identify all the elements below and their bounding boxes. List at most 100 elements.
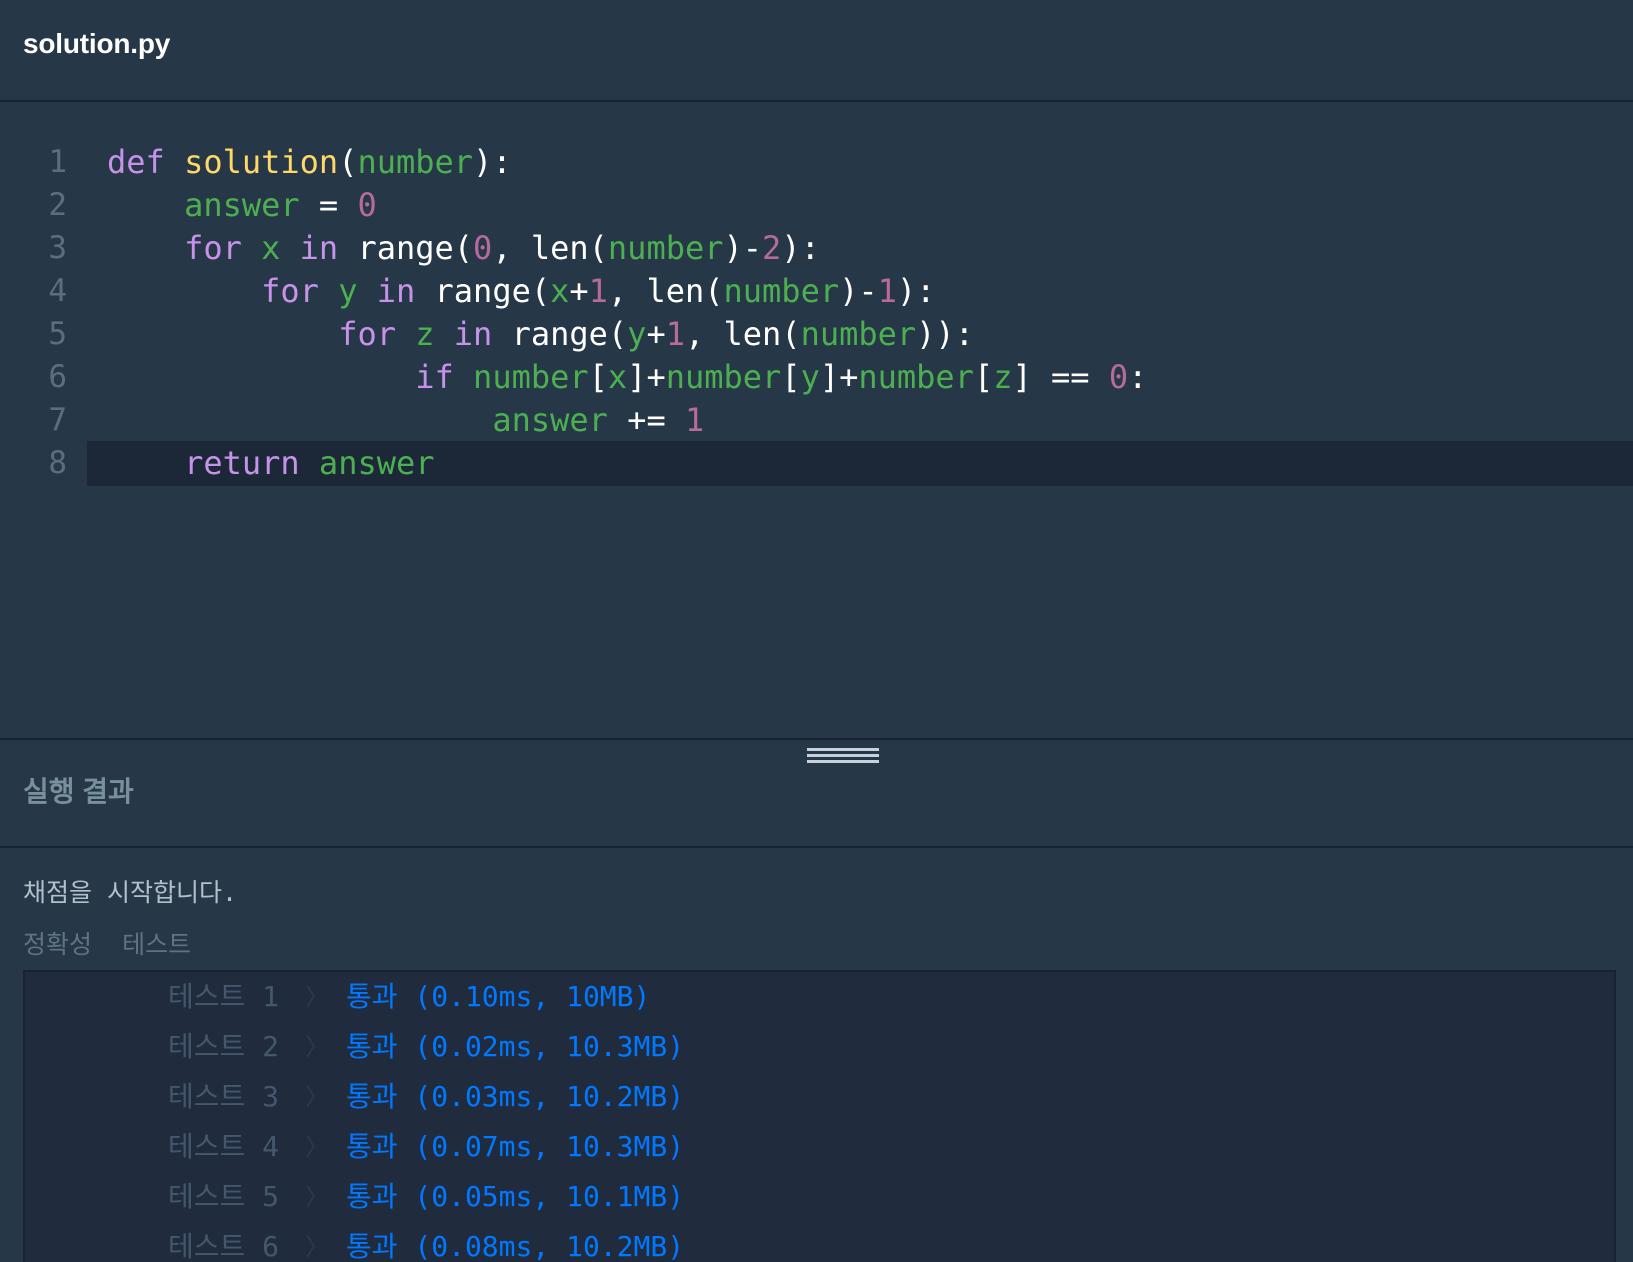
code-token-number: 2: [762, 229, 782, 267]
line-number: 3: [48, 230, 67, 266]
chevron-right-icon: 〉: [305, 1033, 329, 1061]
code-token-plain: , len(: [492, 229, 608, 267]
test-name: 테스트 2: [168, 1030, 279, 1063]
code-token-plain: :: [954, 315, 974, 353]
code-token-variable: number: [473, 358, 589, 396]
code-token-number: 0: [357, 186, 377, 224]
code-line[interactable]: 6 if number[x]+number[y]+number[z] == 0:: [0, 355, 1633, 400]
code-token-plain: ):: [473, 143, 512, 181]
code-token-variable: number: [723, 272, 840, 310]
code-token-variable: x: [607, 358, 628, 396]
test-result-pass: 통과 (0.03ms, 10.2MB): [346, 1080, 685, 1113]
line-number: 6: [48, 359, 67, 395]
line-number: 2: [48, 187, 67, 223]
code-token-plain: +: [569, 272, 589, 310]
code-token-variable: x: [550, 272, 570, 310]
code-token-variable: number: [800, 315, 917, 353]
test-name: 테스트 4: [168, 1130, 279, 1163]
code-line[interactable]: 7 answer += 1: [0, 398, 1633, 443]
code-token-variable: number: [607, 229, 724, 267]
accuracy-test-label: 정확성 테스트: [23, 930, 192, 959]
code-token-variable: y: [338, 272, 358, 310]
code-token-plain: range(: [492, 315, 628, 353]
code-text: for y in range(x+1, len(number)-1):: [107, 271, 935, 311]
test-row: 테스트 1 〉 통과 (0.10ms, 10MB): [25, 972, 1614, 1022]
chevron-right-icon: 〉: [305, 1233, 329, 1261]
code-token-plain: range(: [338, 229, 474, 267]
resize-handle-icon[interactable]: [807, 748, 879, 768]
code-token-plain: range(: [415, 272, 551, 310]
test-result-pass: 통과 (0.07ms, 10.3MB): [346, 1130, 685, 1163]
code-token-number: 0: [473, 229, 493, 267]
file-name-tab[interactable]: solution.py: [23, 28, 170, 60]
code-token-keyword: for: [261, 272, 319, 310]
code-token-plain: )): [916, 315, 955, 353]
code-token-variable: number: [665, 358, 782, 396]
test-results-list[interactable]: 테스트 1 〉 통과 (0.10ms, 10MB) 테스트 2 〉 통과 (0.02ms,…: [23, 970, 1616, 1262]
code-token-plain: ]+: [627, 358, 666, 396]
test-result-pass: 통과 (0.02ms, 10.3MB): [346, 1030, 685, 1063]
code-editor[interactable]: 1 def solution(number): 2 answer = 03 for …: [0, 102, 1633, 738]
result-panel: 실행 결과 채점을 시작합니다. 정확성 테스트 테스트 1 〉 통과 (0.10m…: [0, 738, 1633, 1262]
chevron-right-icon: 〉: [305, 1133, 329, 1161]
code-line[interactable]: 2 answer = 0: [0, 183, 1633, 228]
code-token-variable: y: [800, 358, 820, 396]
code-editor-app: solution.py 1 def solution(number): 2 answ…: [0, 0, 1633, 1262]
code-token-variable: answer: [318, 444, 435, 482]
code-token-variable: x: [261, 229, 281, 267]
test-row: 테스트 5 〉 통과 (0.05ms, 10.1MB): [25, 1172, 1614, 1222]
code-line[interactable]: 3 for x in range(0, len(number)-2):: [0, 226, 1633, 271]
file-header: solution.py: [0, 0, 1633, 102]
code-token-plain: [: [781, 358, 801, 396]
line-number: 8: [48, 445, 67, 481]
code-token-plain: =: [299, 186, 358, 224]
code-token-keyword: for: [184, 229, 242, 267]
code-token-variable: z: [993, 358, 1013, 396]
code-token-number: 1: [684, 401, 705, 439]
test-name: 테스트 5: [168, 1180, 279, 1213]
code-token-keyword: in: [376, 272, 416, 310]
test-row: 테스트 6 〉 통과 (0.08ms, 10.2MB): [25, 1222, 1614, 1262]
code-token-keyword: return: [184, 444, 300, 482]
code-token-plain: :: [1128, 358, 1148, 396]
code-line[interactable]: 8 return answer: [0, 441, 1633, 486]
code-text: for x in range(0, len(number)-2):: [107, 228, 820, 268]
code-line[interactable]: 1 def solution(number):: [0, 140, 1633, 185]
code-token-variable: answer: [492, 401, 608, 439]
code-text: return answer: [107, 443, 435, 483]
line-number: 1: [48, 144, 67, 180]
code-token-plain: (: [338, 143, 358, 181]
line-number: 4: [48, 273, 67, 309]
code-line[interactable]: 5 for z in range(y+1, len(number)):: [0, 312, 1633, 357]
code-text: def solution(number):: [107, 142, 512, 182]
code-token-keyword: def: [107, 143, 165, 181]
code-token-keyword: in: [299, 229, 339, 267]
chevron-right-icon: 〉: [305, 1083, 329, 1111]
code-token-number: 1: [588, 272, 608, 310]
test-row: 테스트 3 〉 통과 (0.03ms, 10.2MB): [25, 1072, 1614, 1122]
code-line[interactable]: 4 for y in range(x+1, len(number)-1):: [0, 269, 1633, 314]
code-token-plain: [: [588, 358, 608, 396]
code-token-number: 0: [1108, 358, 1129, 396]
code-token-plain: )-: [723, 229, 763, 267]
code-token-keyword: for: [338, 315, 396, 353]
code-token-plain: ] ==: [1012, 358, 1109, 396]
test-row: 테스트 2 〉 통과 (0.02ms, 10.3MB): [25, 1022, 1614, 1072]
code-token-function: solution: [184, 143, 339, 181]
test-name: 테스트 1: [168, 980, 279, 1013]
code-token-number: 1: [877, 272, 897, 310]
test-result-pass: 통과 (0.10ms, 10MB): [346, 980, 651, 1013]
